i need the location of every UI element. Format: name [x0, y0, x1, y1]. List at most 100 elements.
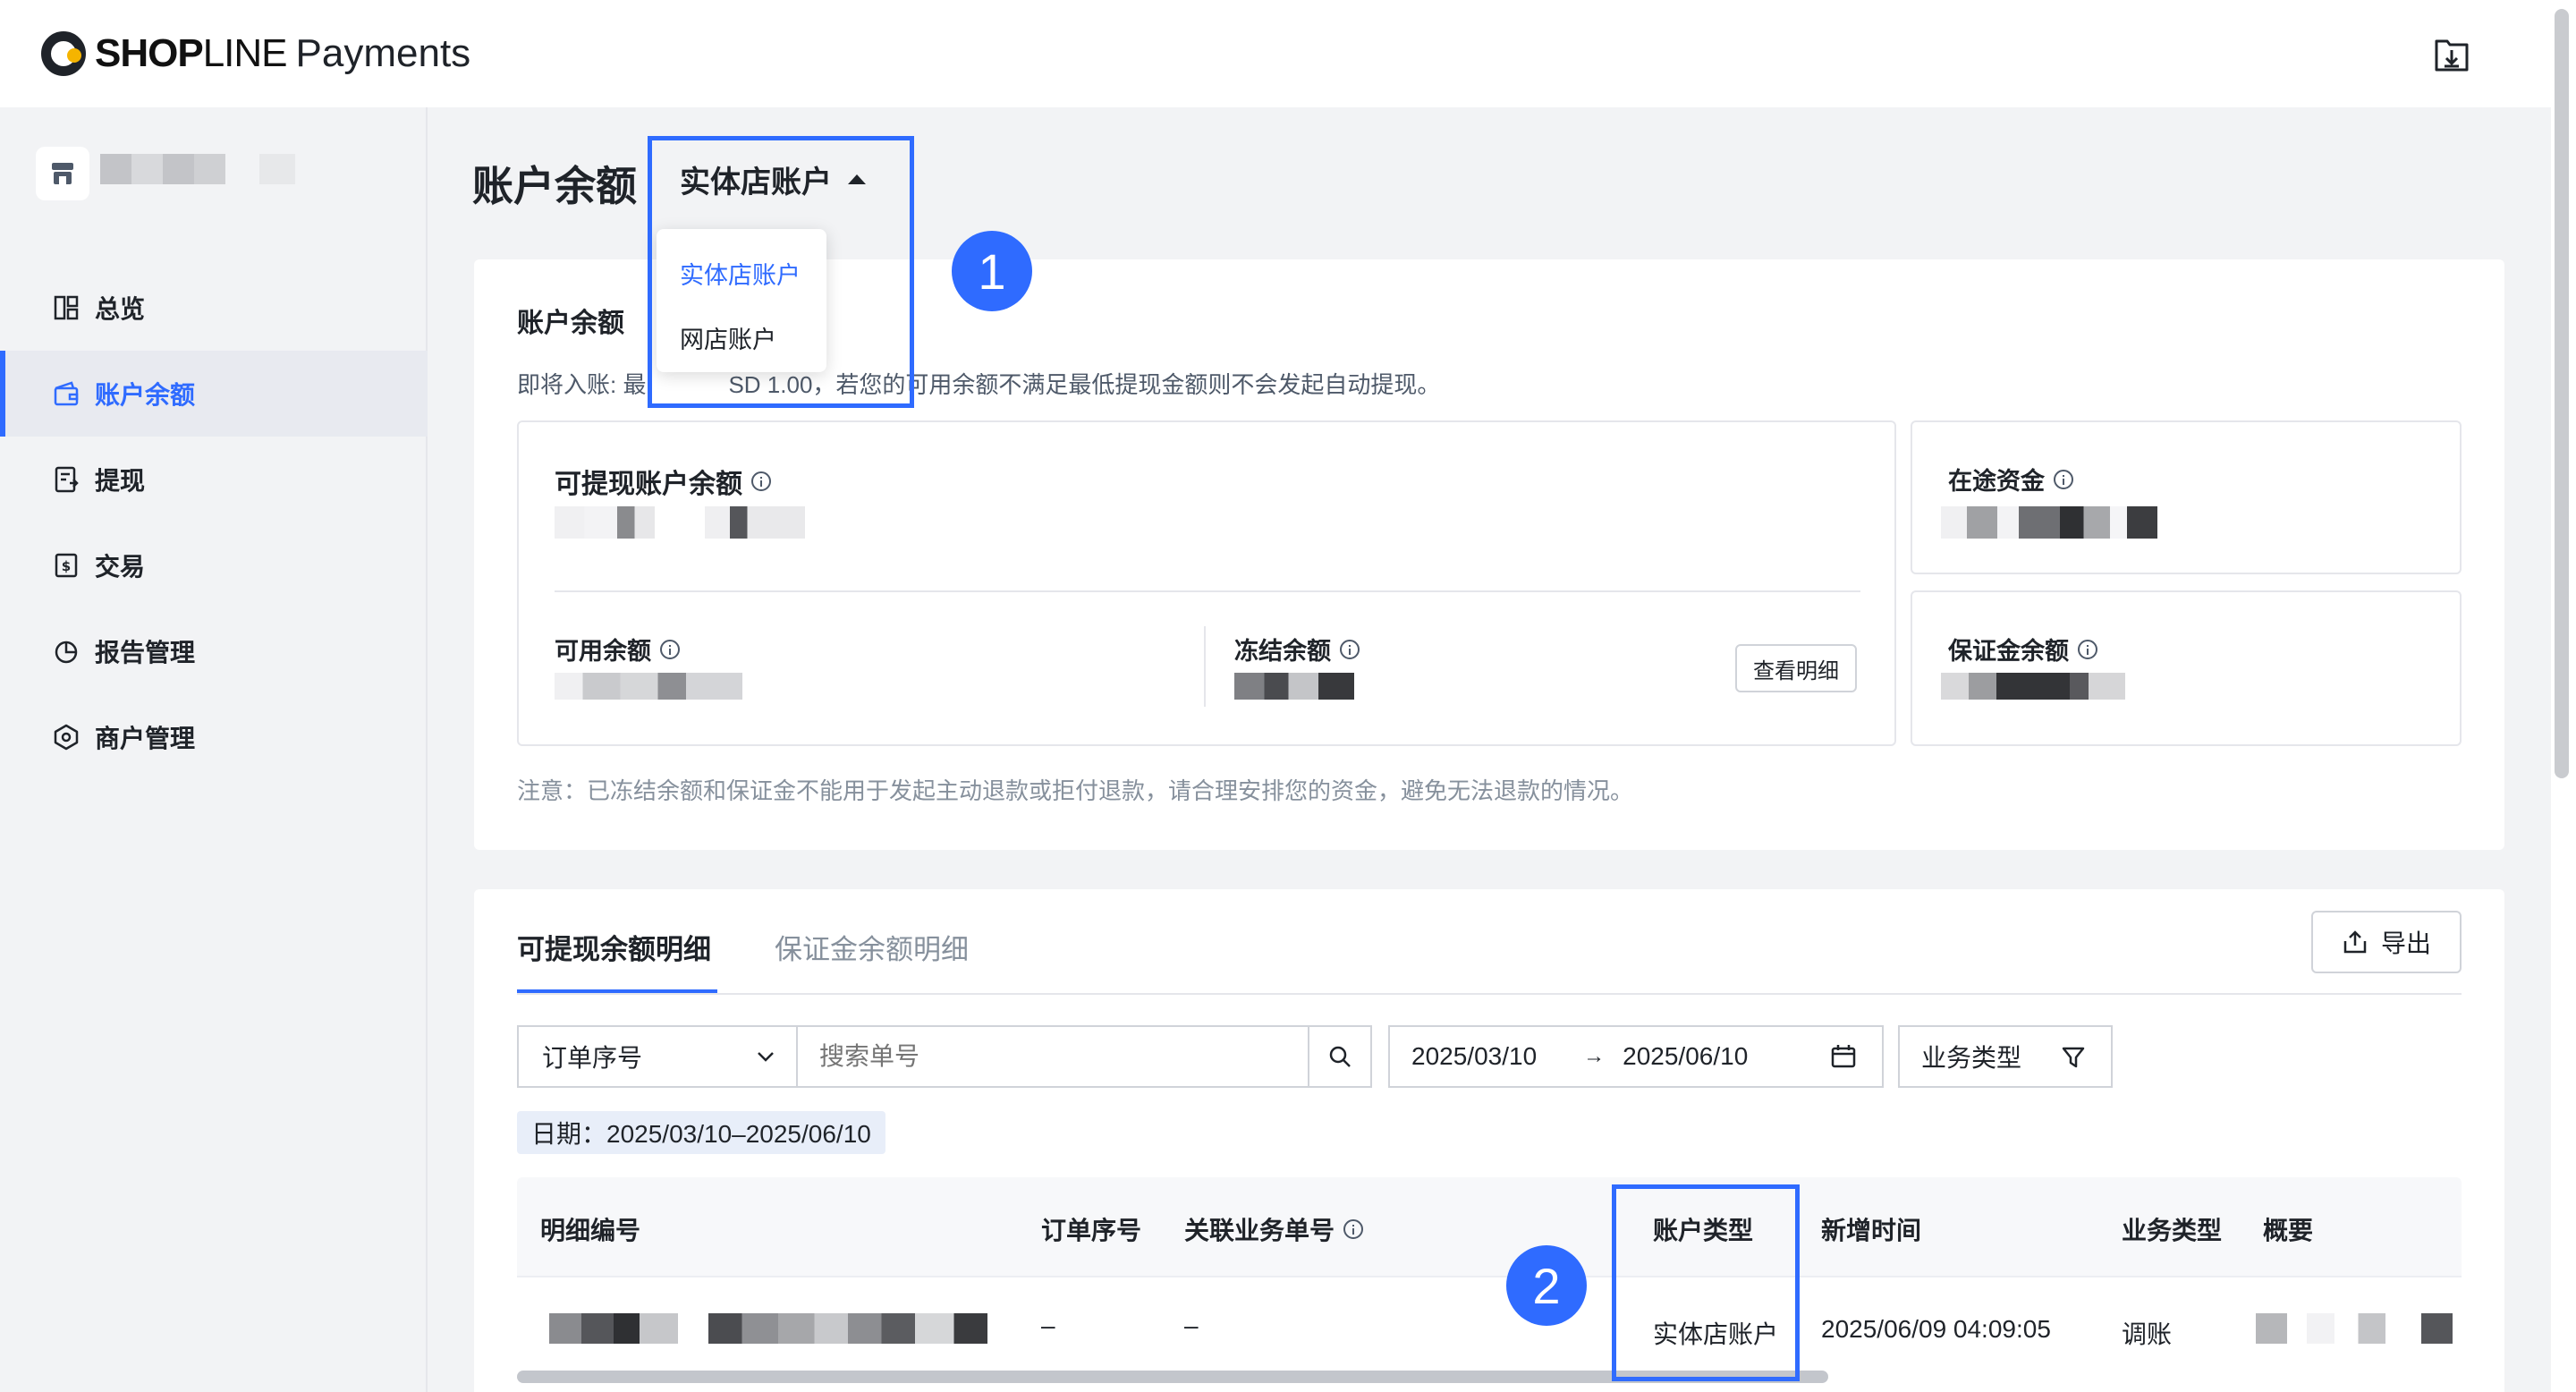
- withdrawable-balance-label: 可提现账户余额: [555, 462, 771, 501]
- sidebar-item-overview[interactable]: 总览: [0, 265, 428, 351]
- sidebar-item-transaction[interactable]: $ 交易: [0, 522, 428, 608]
- balance-card-title: 账户余额: [517, 309, 624, 338]
- logo-brand: SHOP: [95, 31, 204, 75]
- info-icon[interactable]: [1343, 1219, 1364, 1239]
- view-detail-button[interactable]: 查看明细: [1735, 644, 1857, 692]
- column-header-related-no: 关联业务单号: [1184, 1211, 1364, 1247]
- transaction-icon: $: [55, 553, 78, 578]
- deposit-label-text: 保证金余额: [1948, 638, 2069, 665]
- search-type-value: 订单序号: [542, 1044, 643, 1072]
- sidebar-item-account-balance[interactable]: 账户余额: [0, 351, 428, 437]
- deposit-balance-panel: [1911, 590, 2462, 746]
- calendar-icon[interactable]: [1830, 1043, 1857, 1070]
- store-avatar[interactable]: [36, 147, 89, 200]
- frozen-label-text: 冻结余额: [1234, 638, 1331, 665]
- notice-partial-left: 最: [623, 371, 647, 398]
- scroll-thumb[interactable]: [2555, 9, 2569, 778]
- sidebar-item-label: 账户余额: [95, 381, 196, 409]
- logo-product: Payments: [295, 31, 471, 75]
- sidebar-item-reports[interactable]: 报告管理: [0, 608, 428, 694]
- info-icon[interactable]: [2054, 469, 2073, 489]
- search-button[interactable]: [1308, 1025, 1372, 1088]
- highlight-box-account-select: [648, 136, 914, 408]
- sidebar-item-merchant[interactable]: 商户管理: [0, 694, 428, 780]
- page-title: 账户余额: [472, 163, 637, 209]
- summary-redacted: [2256, 1313, 2453, 1344]
- date-filter-tag: 日期：2025/03/10–2025/06/10: [517, 1111, 886, 1154]
- store-icon: [52, 163, 73, 184]
- report-icon: [55, 641, 78, 664]
- column-header-order-no: 订单序号: [1041, 1217, 1142, 1244]
- cell-created-at: 2025/06/09 04:09:05: [1821, 1315, 2051, 1343]
- withdrawable-label-text: 可提现账户余额: [555, 470, 742, 499]
- shopline-logo-mark: [41, 31, 86, 76]
- cell-order-no: –: [1041, 1311, 1055, 1339]
- tabs-divider: [517, 993, 2462, 995]
- export-button[interactable]: 导出: [2311, 911, 2462, 973]
- tab-deposit-detail[interactable]: 保证金余额明细: [775, 927, 969, 967]
- in-transit-label: 在途资金: [1948, 462, 2073, 497]
- info-icon[interactable]: [660, 639, 680, 659]
- column-header-business-type: 业务类型: [2122, 1217, 2223, 1244]
- top-header: SHOP LINE Payments: [0, 0, 2551, 107]
- business-type-filter[interactable]: 业务类型: [1898, 1025, 2113, 1088]
- wallet-icon: [54, 381, 79, 406]
- divider: [555, 590, 1860, 592]
- tab-withdrawable-detail[interactable]: 可提现余额明细: [517, 927, 711, 967]
- date-arrow: →: [1583, 1044, 1606, 1068]
- search-input[interactable]: [796, 1025, 1309, 1088]
- chevron-down-icon: [758, 1052, 774, 1062]
- cell-business-type: 调账: [2122, 1320, 2173, 1348]
- date-start: 2025/03/10: [1411, 1042, 1538, 1070]
- sidebar: 总览 账户余额 提现 $ 交易 报告管理 商户管理: [0, 107, 428, 1392]
- export-label: 导出: [2380, 929, 2431, 957]
- deposit-balance-label: 保证金余额: [1948, 632, 2097, 666]
- detail-no-redacted-2: [708, 1313, 987, 1344]
- info-icon[interactable]: [751, 471, 771, 491]
- in-transit-label-text: 在途资金: [1948, 468, 2045, 495]
- shopline-payments-logo[interactable]: SHOP LINE Payments: [41, 27, 470, 81]
- svg-text:$: $: [62, 558, 71, 574]
- date-range-picker[interactable]: 2025/03/10 → 2025/06/10: [1388, 1025, 1884, 1088]
- sidebar-item-label: 报告管理: [95, 639, 196, 666]
- store-name-redacted: [100, 154, 225, 184]
- vertical-scrollbar[interactable]: [2551, 0, 2576, 1392]
- logo-brand-rest: LINE: [202, 31, 288, 75]
- column-header-detail-no: 明细编号: [540, 1217, 641, 1244]
- related-no-text: 关联业务单号: [1184, 1217, 1335, 1244]
- frozen-amount-redacted: [1234, 673, 1354, 700]
- search-icon: [1329, 1046, 1351, 1067]
- frozen-balance-label: 冻结余额: [1234, 632, 1360, 666]
- available-amount-redacted: [555, 673, 742, 700]
- notice-prefix: 即将入账:: [517, 371, 623, 398]
- in-transit-panel: [1911, 420, 2462, 574]
- filter-icon: [2062, 1047, 2085, 1068]
- info-icon[interactable]: [1340, 639, 1360, 659]
- funds-warning-note: 注意：已冻结余额和保证金不能用于发起主动退款或拒付退款，请合理安排您的资金，避免…: [517, 777, 1634, 804]
- callout-marker-1: 1: [952, 231, 1032, 311]
- callout-marker-2: 2: [1506, 1245, 1587, 1326]
- sidebar-item-label: 总览: [95, 295, 146, 323]
- store-name-redacted-2: [259, 154, 295, 184]
- sidebar-item-label: 商户管理: [95, 725, 196, 752]
- column-header-summary: 概要: [2263, 1217, 2314, 1244]
- withdraw-icon: [55, 466, 79, 493]
- search-type-select[interactable]: 订单序号: [517, 1025, 798, 1088]
- sidebar-item-withdraw[interactable]: 提现: [0, 437, 428, 522]
- date-end: 2025/06/10: [1623, 1042, 1749, 1070]
- withdrawable-amount-redacted: [555, 506, 805, 539]
- business-type-filter-label: 业务类型: [1921, 1044, 2022, 1072]
- in-transit-amount-redacted: [1941, 506, 2157, 539]
- info-icon[interactable]: [2078, 639, 2097, 659]
- cell-related-no: –: [1184, 1311, 1199, 1339]
- highlight-box-account-type-column: [1612, 1184, 1800, 1381]
- deposit-amount-redacted: [1941, 673, 2125, 700]
- available-balance-label: 可用余额: [555, 632, 680, 666]
- sidebar-item-label: 交易: [95, 553, 146, 581]
- detail-no-redacted: [549, 1313, 678, 1344]
- divider-vertical: [1204, 626, 1206, 707]
- dashboard-icon: [54, 295, 79, 320]
- column-header-created-at: 新增时间: [1821, 1217, 1922, 1244]
- download-icon[interactable]: [2433, 34, 2470, 73]
- available-label-text: 可用余额: [555, 638, 651, 665]
